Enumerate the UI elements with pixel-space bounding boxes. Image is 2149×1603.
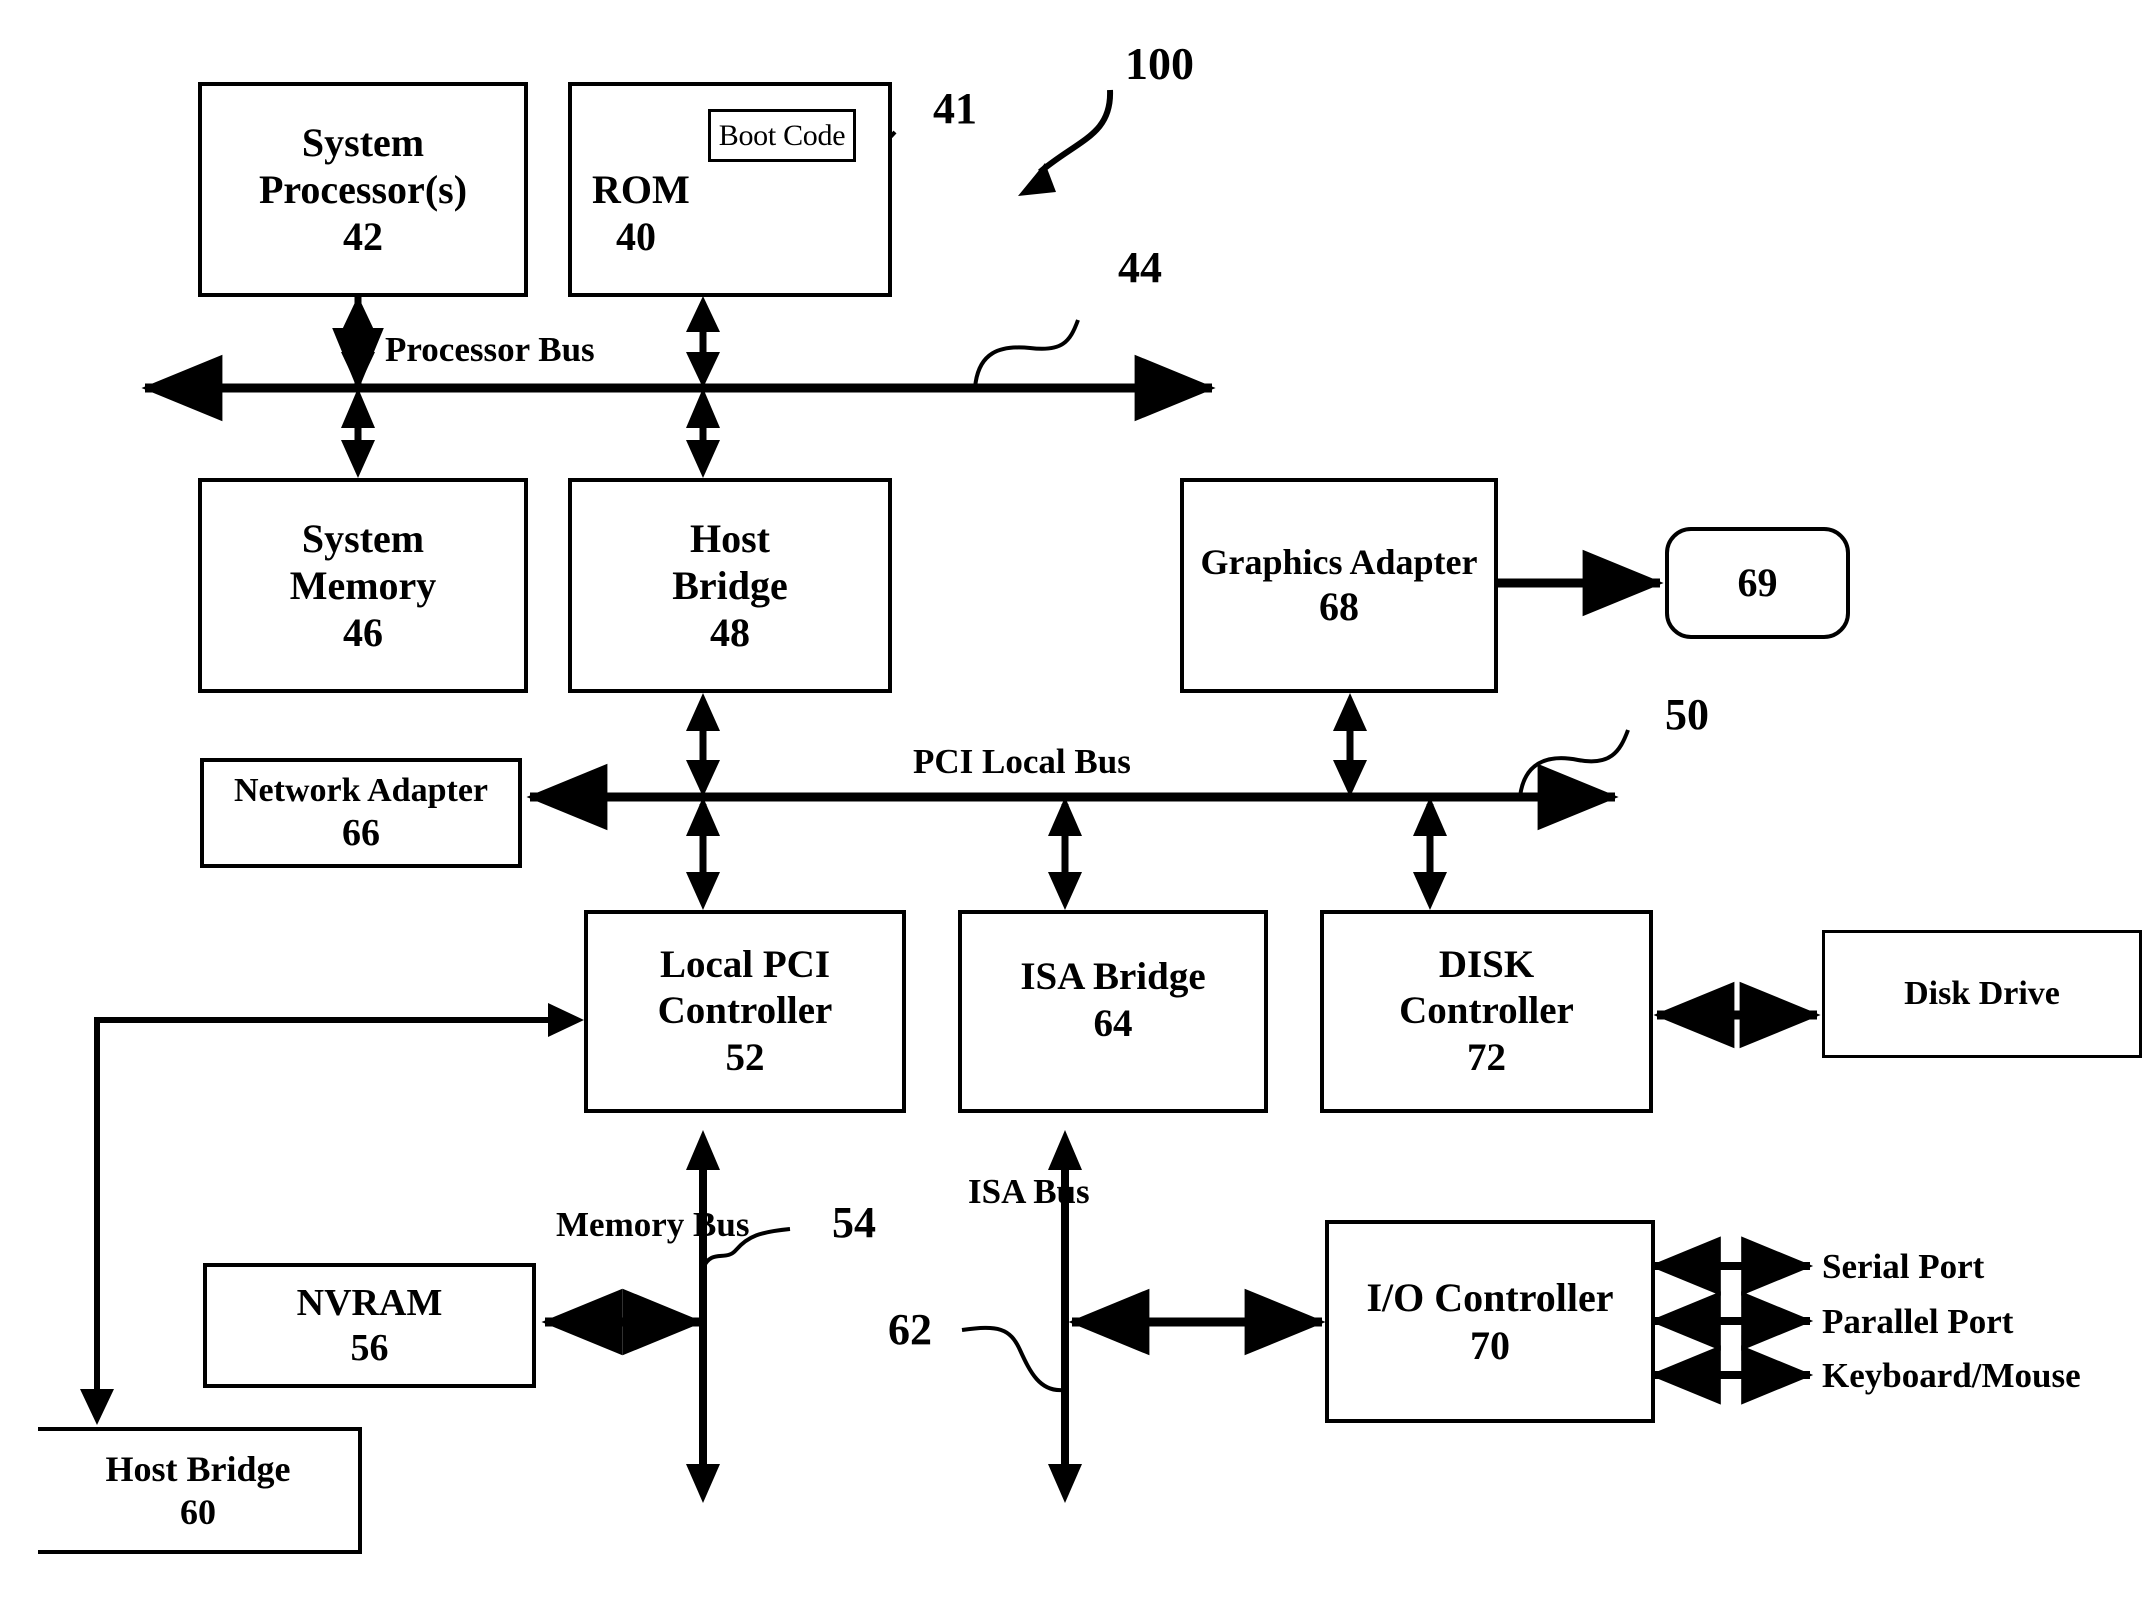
- label-processor-bus: Processor Bus: [385, 330, 595, 369]
- ref-54: 54: [832, 1198, 876, 1247]
- local-pci-controller-title-2: Controller: [657, 989, 833, 1033]
- label-keyboard-mouse: Keyboard/Mouse: [1822, 1356, 2081, 1395]
- system-processor-ref: 42: [343, 214, 383, 260]
- node-isa-bridge[interactable]: ISA Bridge 64: [958, 910, 1268, 1113]
- ref-100-figure: 100: [1125, 38, 1194, 89]
- node-local-pci-controller[interactable]: Local PCI Controller 52: [584, 910, 906, 1113]
- conn-rom-to-bus: [686, 296, 720, 388]
- node-boot-code[interactable]: Boot Code: [708, 109, 856, 162]
- node-host-bridge-60[interactable]: Host Bridge 60: [38, 1427, 362, 1554]
- node-system-processor[interactable]: System Processor(s) 42: [198, 82, 528, 297]
- host-bridge-48-ref: 48: [710, 610, 750, 656]
- rom-ref: 40: [616, 214, 656, 260]
- node-network-adapter[interactable]: Network Adapter 66: [200, 758, 522, 868]
- label-serial-port: Serial Port: [1822, 1247, 1985, 1286]
- memory-bus-line: [686, 1130, 791, 1503]
- disk-controller-title-1: DISK: [1438, 943, 1535, 987]
- system-memory-title-2: Memory: [289, 562, 437, 608]
- node-host-bridge-48[interactable]: Host Bridge 48: [568, 478, 892, 693]
- node-system-memory[interactable]: System Memory 46: [198, 478, 528, 693]
- label-pci-local-bus: PCI Local Bus: [913, 742, 1131, 781]
- conn-pci-to-local-pci-controller: [686, 797, 720, 910]
- ref-62: 62: [888, 1305, 932, 1354]
- graphics-adapter-ref: 68: [1319, 584, 1359, 630]
- label-memory-bus: Memory Bus: [556, 1205, 750, 1244]
- host-bridge-48-title-2: Bridge: [672, 562, 788, 608]
- display-ref: 69: [1737, 560, 1778, 606]
- host-bridge-60-ref: 60: [180, 1491, 216, 1532]
- conn-bus-to-system-memory: [341, 388, 375, 478]
- network-adapter-ref: 66: [342, 811, 380, 854]
- disk-controller-title-2: Controller: [1399, 989, 1574, 1033]
- figure-canvas: System Processor(s) 42 ROM 40 Boot Code …: [0, 0, 2149, 1603]
- host-bridge-48-title-1: Host: [690, 515, 770, 561]
- conn-processor-to-bus: [332, 235, 384, 391]
- node-disk-controller[interactable]: DISK Controller 72: [1320, 910, 1653, 1113]
- node-graphics-adapter[interactable]: Graphics Adapter 68: [1180, 478, 1498, 693]
- local-pci-controller-ref: 52: [725, 1035, 765, 1079]
- disk-controller-ref: 72: [1467, 1035, 1506, 1079]
- system-processor-title-2: Processor(s): [258, 166, 468, 212]
- nvram-ref: 56: [350, 1326, 389, 1369]
- graphics-adapter-title: Graphics Adapter: [1200, 541, 1478, 582]
- conn-pci-to-isa-bridge: [1048, 797, 1082, 910]
- isa-bridge-title: ISA Bridge: [1020, 955, 1206, 999]
- boot-code-label: Boot Code: [718, 118, 846, 152]
- isa-bridge-ref: 64: [1093, 1001, 1133, 1045]
- local-pci-controller-title-1: Local PCI: [659, 943, 831, 987]
- conn-host-bridge-to-pci: [686, 693, 720, 797]
- io-controller-ref: 70: [1470, 1322, 1510, 1368]
- ref-50: 50: [1665, 690, 1709, 739]
- io-controller-title: I/O Controller: [1366, 1275, 1614, 1321]
- nvram-title: NVRAM: [296, 1281, 443, 1324]
- label-isa-bus: ISA Bus: [968, 1172, 1090, 1211]
- node-disk-drive[interactable]: Disk Drive: [1822, 930, 2142, 1058]
- node-nvram[interactable]: NVRAM 56: [203, 1263, 536, 1388]
- label-parallel-port: Parallel Port: [1822, 1302, 2014, 1341]
- processor-bus-line: [141, 319, 1216, 422]
- ref-44: 44: [1118, 243, 1162, 292]
- rom-title: ROM: [592, 167, 690, 212]
- host-bridge-60-title: Host Bridge: [105, 1449, 291, 1490]
- system-memory-title-1: System: [301, 515, 425, 561]
- system-memory-ref: 46: [343, 610, 383, 656]
- conn-bus-to-host-bridge: [686, 388, 720, 478]
- network-adapter-title: Network Adapter: [233, 771, 489, 809]
- node-io-controller[interactable]: I/O Controller 70: [1325, 1220, 1655, 1423]
- conn-pci-to-disk-controller: [1413, 797, 1447, 910]
- conn-pci-to-graphics-adapter: [1333, 693, 1367, 797]
- figure-100-arrow: [1018, 89, 1114, 196]
- disk-drive-title: Disk Drive: [1904, 974, 2060, 1012]
- ref-41: 41: [933, 84, 977, 133]
- node-display[interactable]: 69: [1665, 527, 1850, 639]
- system-processor-title-1: System: [301, 119, 425, 165]
